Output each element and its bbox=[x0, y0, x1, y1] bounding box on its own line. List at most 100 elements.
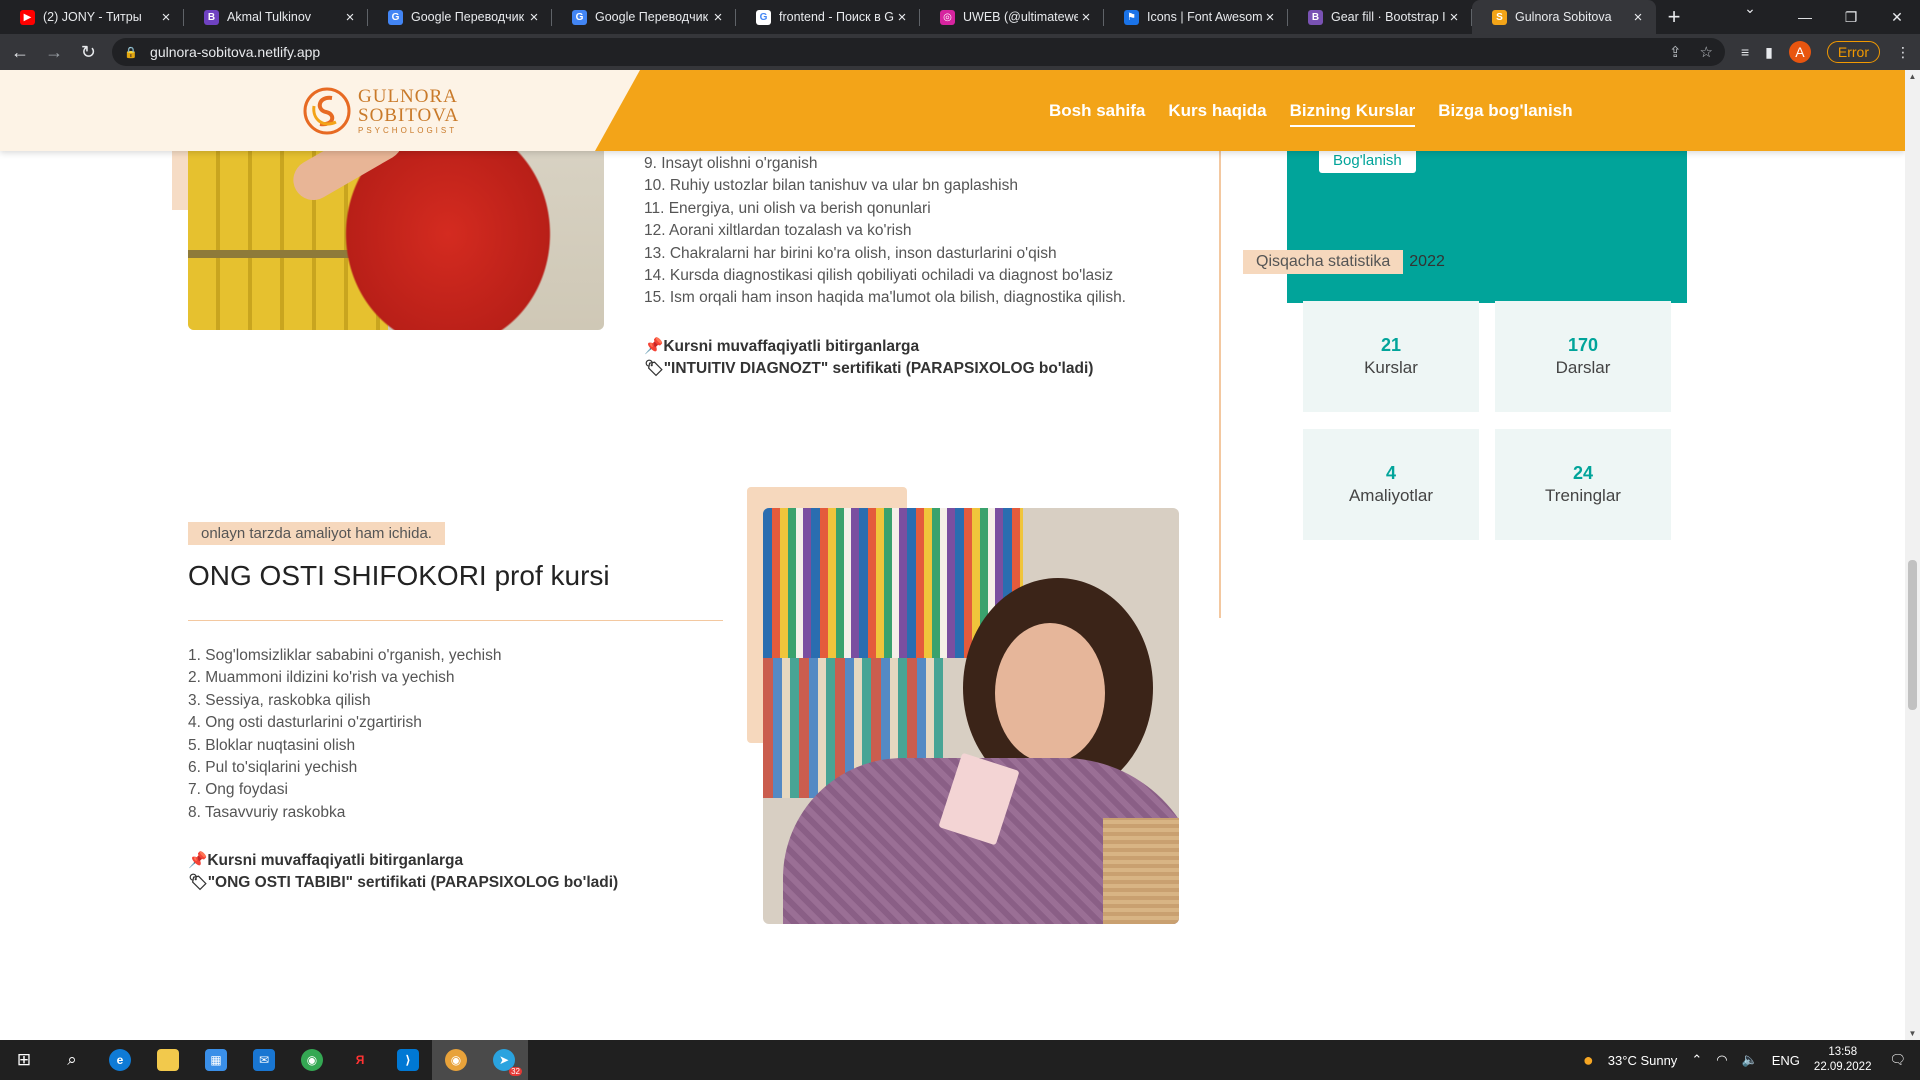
nav-link[interactable]: Bizga bog'lanish bbox=[1438, 95, 1572, 127]
tab-title: (2) JONY - Титры bbox=[43, 10, 142, 24]
tab-favicon-icon: ⚑ bbox=[1124, 9, 1139, 25]
tab-favicon-icon: ▶ bbox=[20, 9, 35, 25]
list-item: 14. Kursda diagnostikasi qilish qobiliya… bbox=[644, 267, 1114, 285]
nav-link[interactable]: Kurs haqida bbox=[1168, 95, 1266, 127]
browser-tab[interactable]: G Google Переводчик × bbox=[368, 0, 552, 34]
course-image-woman-reading bbox=[763, 508, 1179, 924]
tab-close-icon[interactable]: × bbox=[342, 9, 358, 26]
logo-monogram-icon bbox=[303, 87, 351, 135]
yandex-browser-icon[interactable]: Я bbox=[336, 1040, 384, 1080]
chrome-icon[interactable]: ◉ bbox=[288, 1040, 336, 1080]
tab-search-icon[interactable]: ⌄ bbox=[1730, 0, 1770, 17]
course-image-library bbox=[188, 130, 604, 330]
bookmark-star-icon[interactable]: ☆ bbox=[1700, 43, 1713, 61]
windows-taskbar: ⊞ ⌕ e ▦ ✉ ◉ Я ⟩ ◉ ➤ 32 ● 33°C Sunny ⌃ ◠ 🔈… bbox=[0, 1040, 1920, 1080]
notifications-icon[interactable]: 🗨 bbox=[1889, 1052, 1906, 1068]
tab-title: Gulnora Sobitova bbox=[1515, 10, 1612, 24]
contact-card: Bog'lanish bbox=[1287, 145, 1687, 303]
clock-time: 13:58 bbox=[1828, 1046, 1858, 1058]
reading-list-icon[interactable]: ≡ bbox=[1741, 44, 1749, 60]
scroll-down-arrow-icon[interactable]: ▼ bbox=[1905, 1029, 1920, 1038]
page-scrollbar[interactable]: ▲ ▼ bbox=[1905, 70, 1920, 1040]
tab-close-icon[interactable]: × bbox=[158, 9, 174, 26]
microsoft-store-icon[interactable]: ▦ bbox=[192, 1040, 240, 1080]
tab-favicon-icon: S bbox=[1492, 9, 1507, 25]
list-item: 8. Tasavvuriy raskobka bbox=[188, 803, 346, 821]
tab-favicon-icon: G bbox=[572, 9, 587, 25]
lock-icon[interactable]: 🔒 bbox=[124, 46, 138, 59]
tab-title: Gear fill · Bootstrap Icons bbox=[1331, 10, 1446, 24]
stat-label: Treninglar bbox=[1545, 486, 1621, 505]
browser-tab[interactable]: B Gear fill · Bootstrap Icons× bbox=[1288, 0, 1472, 34]
browser-tab[interactable]: ◎ UWEB (@ultimateweb)× bbox=[920, 0, 1104, 34]
tab-title: Icons | Font Awesome bbox=[1147, 10, 1262, 24]
pushpin-icon: 📌 bbox=[644, 338, 664, 355]
site-header: GULNORA SOBITOVA PSYCHOLOGIST Bosh sahif… bbox=[0, 70, 1905, 151]
list-item: 10. Ruhiy ustozlar bilan tanishuv va ula… bbox=[644, 177, 1018, 195]
tray-chevron-icon[interactable]: ⌃ bbox=[1691, 1052, 1702, 1068]
telegram-icon[interactable]: ➤ 32 bbox=[480, 1040, 528, 1080]
browser-tab[interactable]: B Akmal Tulkinov × bbox=[184, 0, 368, 34]
edge-browser-icon[interactable]: e bbox=[96, 1040, 144, 1080]
search-icon[interactable]: ⌕ bbox=[48, 1040, 96, 1080]
tab-title: Akmal Tulkinov bbox=[227, 10, 312, 24]
vscode-icon[interactable]: ⟩ bbox=[384, 1040, 432, 1080]
forward-icon[interactable]: → bbox=[40, 42, 68, 63]
volume-icon[interactable]: 🔈 bbox=[1742, 1052, 1758, 1068]
browser-tab[interactable]: G Google Переводчик × bbox=[552, 0, 736, 34]
list-item: 11. Energiya, uni olish va berish qonunl… bbox=[644, 199, 931, 217]
mail-icon[interactable]: ✉ bbox=[240, 1040, 288, 1080]
list-item: 1. Sog'lomsizliklar sababini o'rganish, … bbox=[188, 647, 502, 664]
language-indicator[interactable]: ENG bbox=[1772, 1053, 1800, 1068]
tab-close-icon[interactable]: × bbox=[526, 9, 542, 26]
chrome-canary-icon[interactable]: ◉ bbox=[432, 1040, 480, 1080]
tab-close-icon[interactable]: × bbox=[710, 9, 726, 26]
stat-card: 4 Amaliyotlar bbox=[1303, 429, 1479, 540]
browser-toolbar: ← → ↻ 🔒 gulnora-sobitova.netlify.app ⇪ ☆… bbox=[0, 34, 1920, 70]
course1-certificate: 📌Kursni muvaffaqiyatli bitirganlarga 🏷"I… bbox=[644, 336, 1093, 381]
stat-label: Amaliyotlar bbox=[1348, 486, 1434, 505]
list-item: 12. Aorani xiltlardan tozalash va ko'ris… bbox=[644, 222, 912, 240]
windows-start-icon[interactable]: ⊞ bbox=[0, 1040, 48, 1080]
minimize-button[interactable]: — bbox=[1782, 0, 1828, 34]
window-controls: ⌄ — ❐ ✕ bbox=[1744, 0, 1920, 34]
nav-link[interactable]: Bizning Kurslar bbox=[1289, 95, 1415, 127]
stat-label: Darslar bbox=[1555, 358, 1611, 377]
list-item: 4. Ong osti dasturlarini o'zgartirish bbox=[188, 714, 422, 732]
tab-close-icon[interactable]: × bbox=[1262, 9, 1278, 26]
network-icon[interactable]: ◠ bbox=[1716, 1052, 1727, 1068]
close-window-button[interactable]: ✕ bbox=[1874, 0, 1920, 34]
tab-close-icon[interactable]: × bbox=[894, 9, 910, 26]
url-text[interactable]: gulnora-sobitova.netlify.app bbox=[150, 44, 1651, 60]
reload-icon[interactable]: ↻ bbox=[74, 42, 102, 63]
list-item: 7. Ong foydasi bbox=[188, 781, 288, 799]
tab-title: frontend - Поиск в Google bbox=[779, 10, 894, 24]
profile-avatar[interactable]: A bbox=[1788, 41, 1811, 63]
tab-close-icon[interactable]: × bbox=[1078, 9, 1094, 26]
back-icon[interactable]: ← bbox=[6, 42, 34, 63]
system-clock[interactable]: 13:58 22.09.2022 bbox=[1814, 1045, 1872, 1075]
site-logo[interactable]: GULNORA SOBITOVA PSYCHOLOGIST bbox=[302, 86, 459, 136]
share-icon[interactable]: ⇪ bbox=[1669, 43, 1682, 61]
new-tab-button[interactable]: + bbox=[1656, 0, 1692, 34]
nav-link[interactable]: Bosh sahifa bbox=[1049, 95, 1145, 127]
certificate-line: "ONG OSTI TABIBI" sertifikati (PARAPSIXO… bbox=[207, 874, 619, 892]
error-button[interactable]: Error bbox=[1826, 41, 1881, 63]
browser-tab[interactable]: S Gulnora Sobitova × bbox=[1472, 0, 1656, 34]
scroll-up-arrow-icon[interactable]: ▲ bbox=[1905, 72, 1920, 81]
browser-tab[interactable]: Gfrontend - Поиск в Google× bbox=[736, 0, 920, 34]
weather-sun-icon[interactable]: ● bbox=[1583, 1050, 1594, 1071]
file-explorer-icon[interactable] bbox=[144, 1040, 192, 1080]
tab-close-icon[interactable]: × bbox=[1630, 9, 1646, 26]
side-panel-icon[interactable]: ▮ bbox=[1765, 44, 1773, 61]
browser-tab[interactable]: ⚑ Icons | Font Awesome × bbox=[1104, 0, 1288, 34]
tab-close-icon[interactable]: × bbox=[1446, 9, 1462, 26]
browser-tab[interactable]: ▶ (2) JONY - Титры × bbox=[0, 0, 184, 34]
weather-text[interactable]: 33°C Sunny bbox=[1608, 1053, 1678, 1068]
restore-button[interactable]: ❐ bbox=[1828, 0, 1874, 34]
contact-button[interactable]: Bog'lanish bbox=[1319, 148, 1416, 173]
course2-certificate: 📌Kursni muvaffaqiyatli bitirganlarga 🏷"O… bbox=[188, 850, 618, 895]
scrollbar-thumb[interactable] bbox=[1908, 560, 1917, 710]
address-bar[interactable]: 🔒 gulnora-sobitova.netlify.app ⇪ ☆ bbox=[112, 38, 1725, 66]
menu-kebab-icon[interactable]: ⋮ bbox=[1896, 44, 1910, 61]
